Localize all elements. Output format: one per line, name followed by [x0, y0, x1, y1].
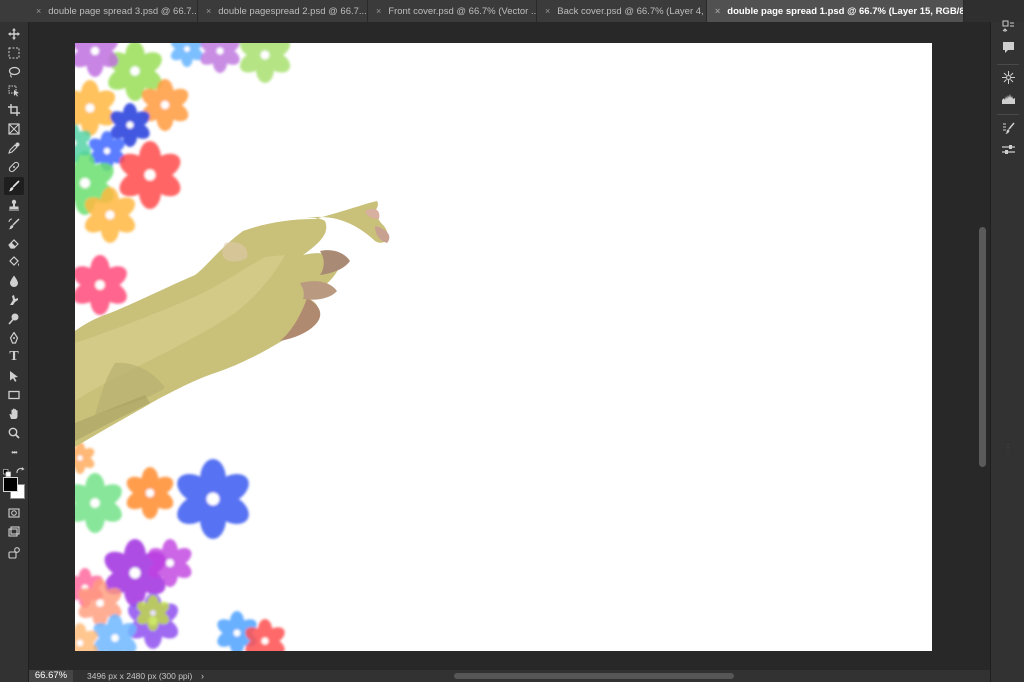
- history-panel-button[interactable]: [998, 17, 1018, 35]
- tab-double-page-spread-1[interactable]: × double page spread 1.psd @ 66.7% (Layer…: [707, 0, 964, 22]
- lasso-tool[interactable]: [4, 63, 24, 81]
- smudge-tool-icon: [10, 295, 18, 305]
- adjustments-panel-button[interactable]: [998, 68, 1018, 86]
- object-select-tool-icon: [8, 85, 19, 97]
- document-canvas[interactable]: [75, 43, 932, 651]
- clone-stamp-tool-icon: [9, 199, 19, 211]
- blur-tool-icon: [10, 275, 18, 287]
- tab-label: Front cover.psd @ 66.7% (Vector ...: [388, 6, 537, 17]
- crop-tool[interactable]: [4, 101, 24, 119]
- move-tool[interactable]: [4, 25, 24, 43]
- paint-bucket-tool-icon: [9, 256, 19, 266]
- swap-colors-icon[interactable]: [16, 463, 25, 474]
- document-tab-bar: × double page spread 3.psd @ 66.7... × dou…: [0, 0, 1024, 22]
- comments-panel-icon: [1002, 41, 1014, 53]
- path-select-tool[interactable]: [4, 367, 24, 385]
- rectangle-tool-icon: [8, 390, 20, 400]
- tab-front-cover[interactable]: × Front cover.psd @ 66.7% (Vector ...: [368, 0, 537, 22]
- panel-separator: [997, 64, 1019, 65]
- brush-settings-button[interactable]: [998, 119, 1018, 137]
- tools-panel: T •••: [0, 22, 29, 682]
- zoom-tool[interactable]: [4, 424, 24, 442]
- zoom-level-field[interactable]: 66.67%: [29, 670, 73, 682]
- canvas-artwork: [75, 43, 390, 651]
- move-tool-icon: [8, 28, 20, 40]
- healing-brush-tool[interactable]: [4, 158, 24, 176]
- type-tool-icon: T: [9, 349, 19, 364]
- object-select-tool[interactable]: [4, 82, 24, 100]
- vertical-scrollbar-thumb[interactable]: [979, 227, 986, 467]
- tab-close-icon[interactable]: ×: [376, 6, 381, 16]
- tab-label: Back cover.psd @ 66.7% (Layer 4, ...: [557, 6, 707, 17]
- share-icon: [8, 547, 20, 559]
- brush-tool-icon: [8, 180, 20, 192]
- foreground-color-swatch[interactable]: [3, 477, 18, 492]
- pen-tool-icon: [9, 332, 19, 344]
- brush-settings-icon: [1002, 122, 1015, 134]
- eraser-tool[interactable]: [4, 234, 24, 252]
- hand-image: [75, 201, 390, 447]
- hand-tool-icon: [9, 408, 18, 419]
- dodge-tool[interactable]: [4, 310, 24, 328]
- properties-panel-button[interactable]: [998, 140, 1018, 158]
- eyedropper-tool-icon: [8, 142, 20, 154]
- eyedropper-tool[interactable]: [4, 139, 24, 157]
- tab-label: double pagespread 2.psd @ 66.7...: [218, 6, 367, 17]
- healing-brush-tool-icon: [8, 161, 20, 173]
- blur-tool[interactable]: [4, 272, 24, 290]
- paint-bucket-tool[interactable]: [4, 253, 24, 271]
- frame-tool[interactable]: [4, 120, 24, 138]
- screen-mode-icon: [8, 526, 20, 537]
- tab-label: double page spread 3.psd @ 66.7...: [48, 6, 198, 17]
- more-tools-icon: •••: [11, 447, 17, 457]
- clone-stamp-tool[interactable]: [4, 196, 24, 214]
- tab-close-icon[interactable]: ×: [36, 6, 41, 16]
- history-brush-tool-icon: [8, 218, 20, 230]
- rectangle-tool[interactable]: [4, 386, 24, 404]
- tab-close-icon[interactable]: ×: [715, 6, 720, 16]
- hand-tool[interactable]: [4, 405, 24, 423]
- brush-tool[interactable]: [4, 177, 24, 195]
- eraser-tool-icon: [8, 239, 19, 249]
- histogram-panel-icon: [1001, 93, 1015, 104]
- quick-mask-icon: [8, 508, 20, 518]
- right-panel-dock: · · ·: [990, 20, 1024, 682]
- vertical-scrollbar[interactable]: [976, 22, 990, 670]
- marquee-tool[interactable]: [4, 44, 24, 62]
- tab-double-pagespread-2[interactable]: × double pagespread 2.psd @ 66.7...: [198, 0, 368, 22]
- tab-close-icon[interactable]: ×: [206, 6, 211, 16]
- zoom-tool-icon: [8, 427, 20, 439]
- share-button[interactable]: [4, 544, 24, 562]
- tab-double-page-spread-3[interactable]: × double page spread 3.psd @ 66.7...: [28, 0, 198, 22]
- history-panel-icon: [1002, 20, 1014, 32]
- path-select-tool-icon: [10, 371, 18, 382]
- frame-tool-icon: [8, 123, 20, 135]
- panel-resize-grip[interactable]: · · ·: [1007, 442, 1009, 454]
- pen-tool[interactable]: [4, 329, 24, 347]
- status-menu-arrow[interactable]: ›: [201, 670, 204, 682]
- marquee-tool-icon: [8, 47, 20, 59]
- tab-back-cover[interactable]: × Back cover.psd @ 66.7% (Layer 4, ...: [537, 0, 707, 22]
- quick-mask-button[interactable]: [4, 504, 24, 522]
- crop-tool-icon: [8, 104, 20, 116]
- history-brush-tool[interactable]: [4, 215, 24, 233]
- horizontal-scrollbar-thumb[interactable]: [454, 673, 734, 679]
- panel-separator: [997, 114, 1019, 115]
- status-bar: 66.67% 3496 px x 2480 px (300 ppi) ›: [29, 670, 990, 682]
- tab-close-icon[interactable]: ×: [545, 6, 550, 16]
- document-info: 3496 px x 2480 px (300 ppi): [87, 671, 193, 681]
- tab-label: double page spread 1.psd @ 66.7% (Layer …: [727, 6, 964, 17]
- more-tools[interactable]: •••: [4, 443, 24, 461]
- default-colors-icon[interactable]: [3, 464, 11, 477]
- comments-panel-button[interactable]: [998, 38, 1018, 56]
- screen-mode-button[interactable]: [4, 523, 24, 541]
- properties-panel-icon: [1001, 144, 1015, 154]
- dodge-tool-icon: [8, 313, 19, 325]
- smudge-tool[interactable]: [4, 291, 24, 309]
- histogram-panel-button[interactable]: [998, 89, 1018, 107]
- adjustments-panel-icon: [1001, 70, 1015, 84]
- type-tool[interactable]: T: [4, 348, 24, 366]
- lasso-tool-icon: [8, 66, 20, 78]
